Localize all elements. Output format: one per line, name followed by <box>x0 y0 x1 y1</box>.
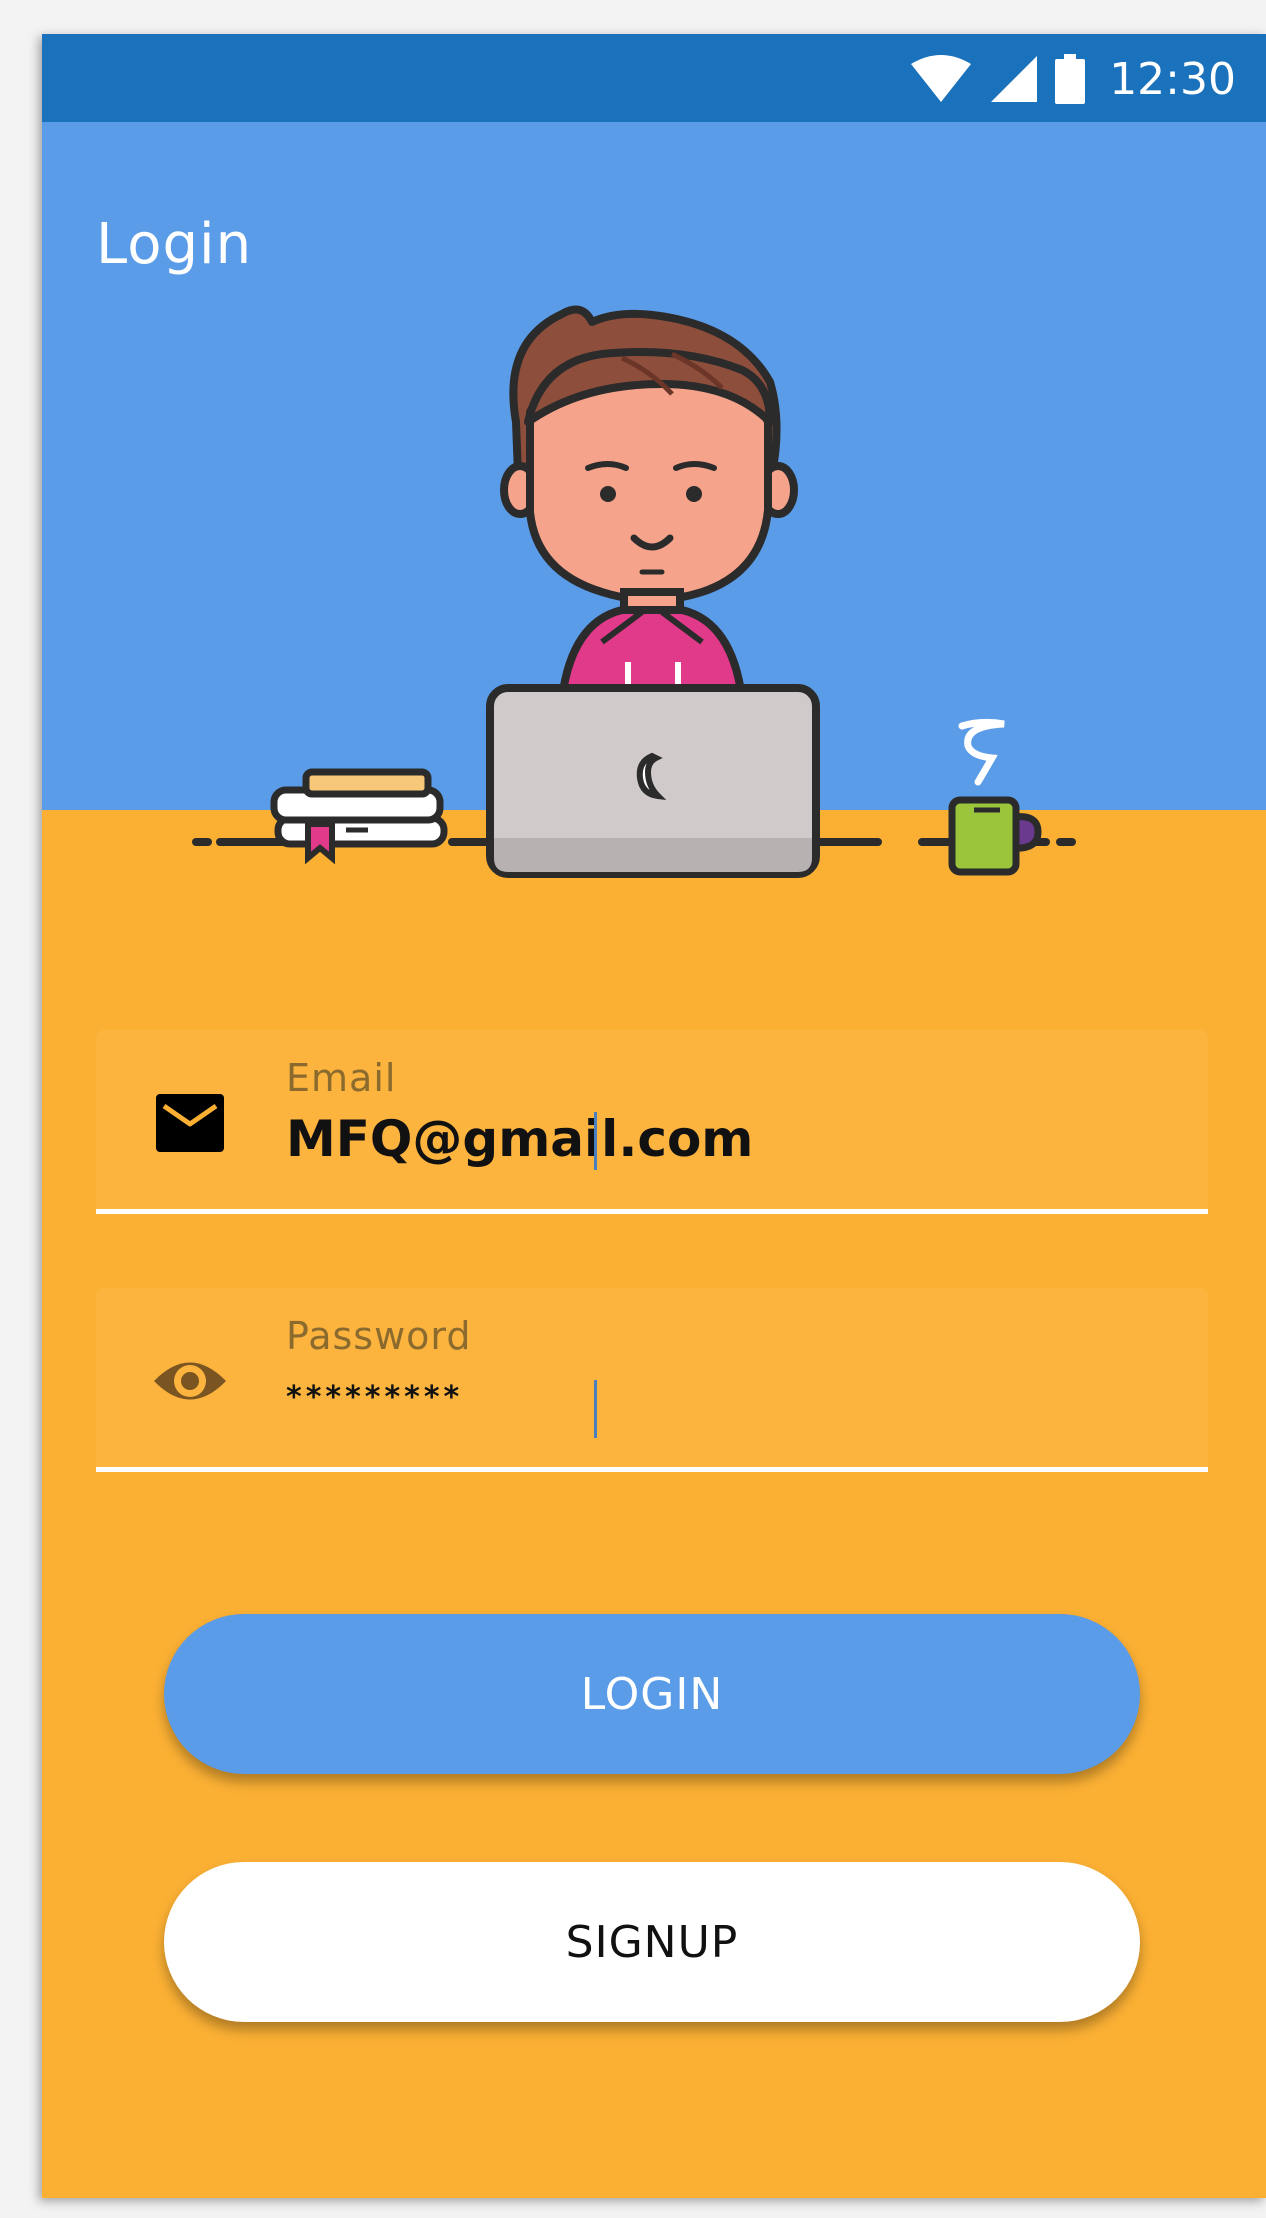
signup-button[interactable]: SIGNUP <box>164 1862 1140 2022</box>
battery-icon <box>1055 54 1086 104</box>
coffee-mug-icon <box>948 718 1042 876</box>
cell-signal-icon <box>991 56 1038 102</box>
face <box>526 374 772 604</box>
password-label: Password <box>286 1314 472 1358</box>
text-cursor <box>594 1112 597 1170</box>
email-label: Email <box>286 1056 397 1100</box>
email-field[interactable]: Email MFQ@gmail.com <box>96 1030 1208 1214</box>
status-icons: 12:30 <box>909 53 1236 105</box>
books-icon <box>270 768 448 865</box>
status-bar: 12:30 <box>42 34 1266 122</box>
laptop <box>486 684 820 878</box>
password-input[interactable]: ********* <box>286 1380 1046 1415</box>
text-cursor <box>594 1380 597 1438</box>
mail-icon <box>156 1094 224 1152</box>
wifi-icon <box>911 55 972 102</box>
password-field[interactable]: Password ********* <box>96 1288 1208 1472</box>
eye-icon[interactable] <box>152 1348 228 1414</box>
email-input[interactable]: MFQ@gmail.com <box>286 1110 1046 1168</box>
status-time: 12:30 <box>1109 53 1236 105</box>
phone-screen: 12:30 Login Email MFQ@gmail.com Password… <box>42 34 1266 2198</box>
person-at-laptop-illustration <box>192 305 1076 878</box>
login-button[interactable]: LOGIN <box>164 1614 1140 1774</box>
